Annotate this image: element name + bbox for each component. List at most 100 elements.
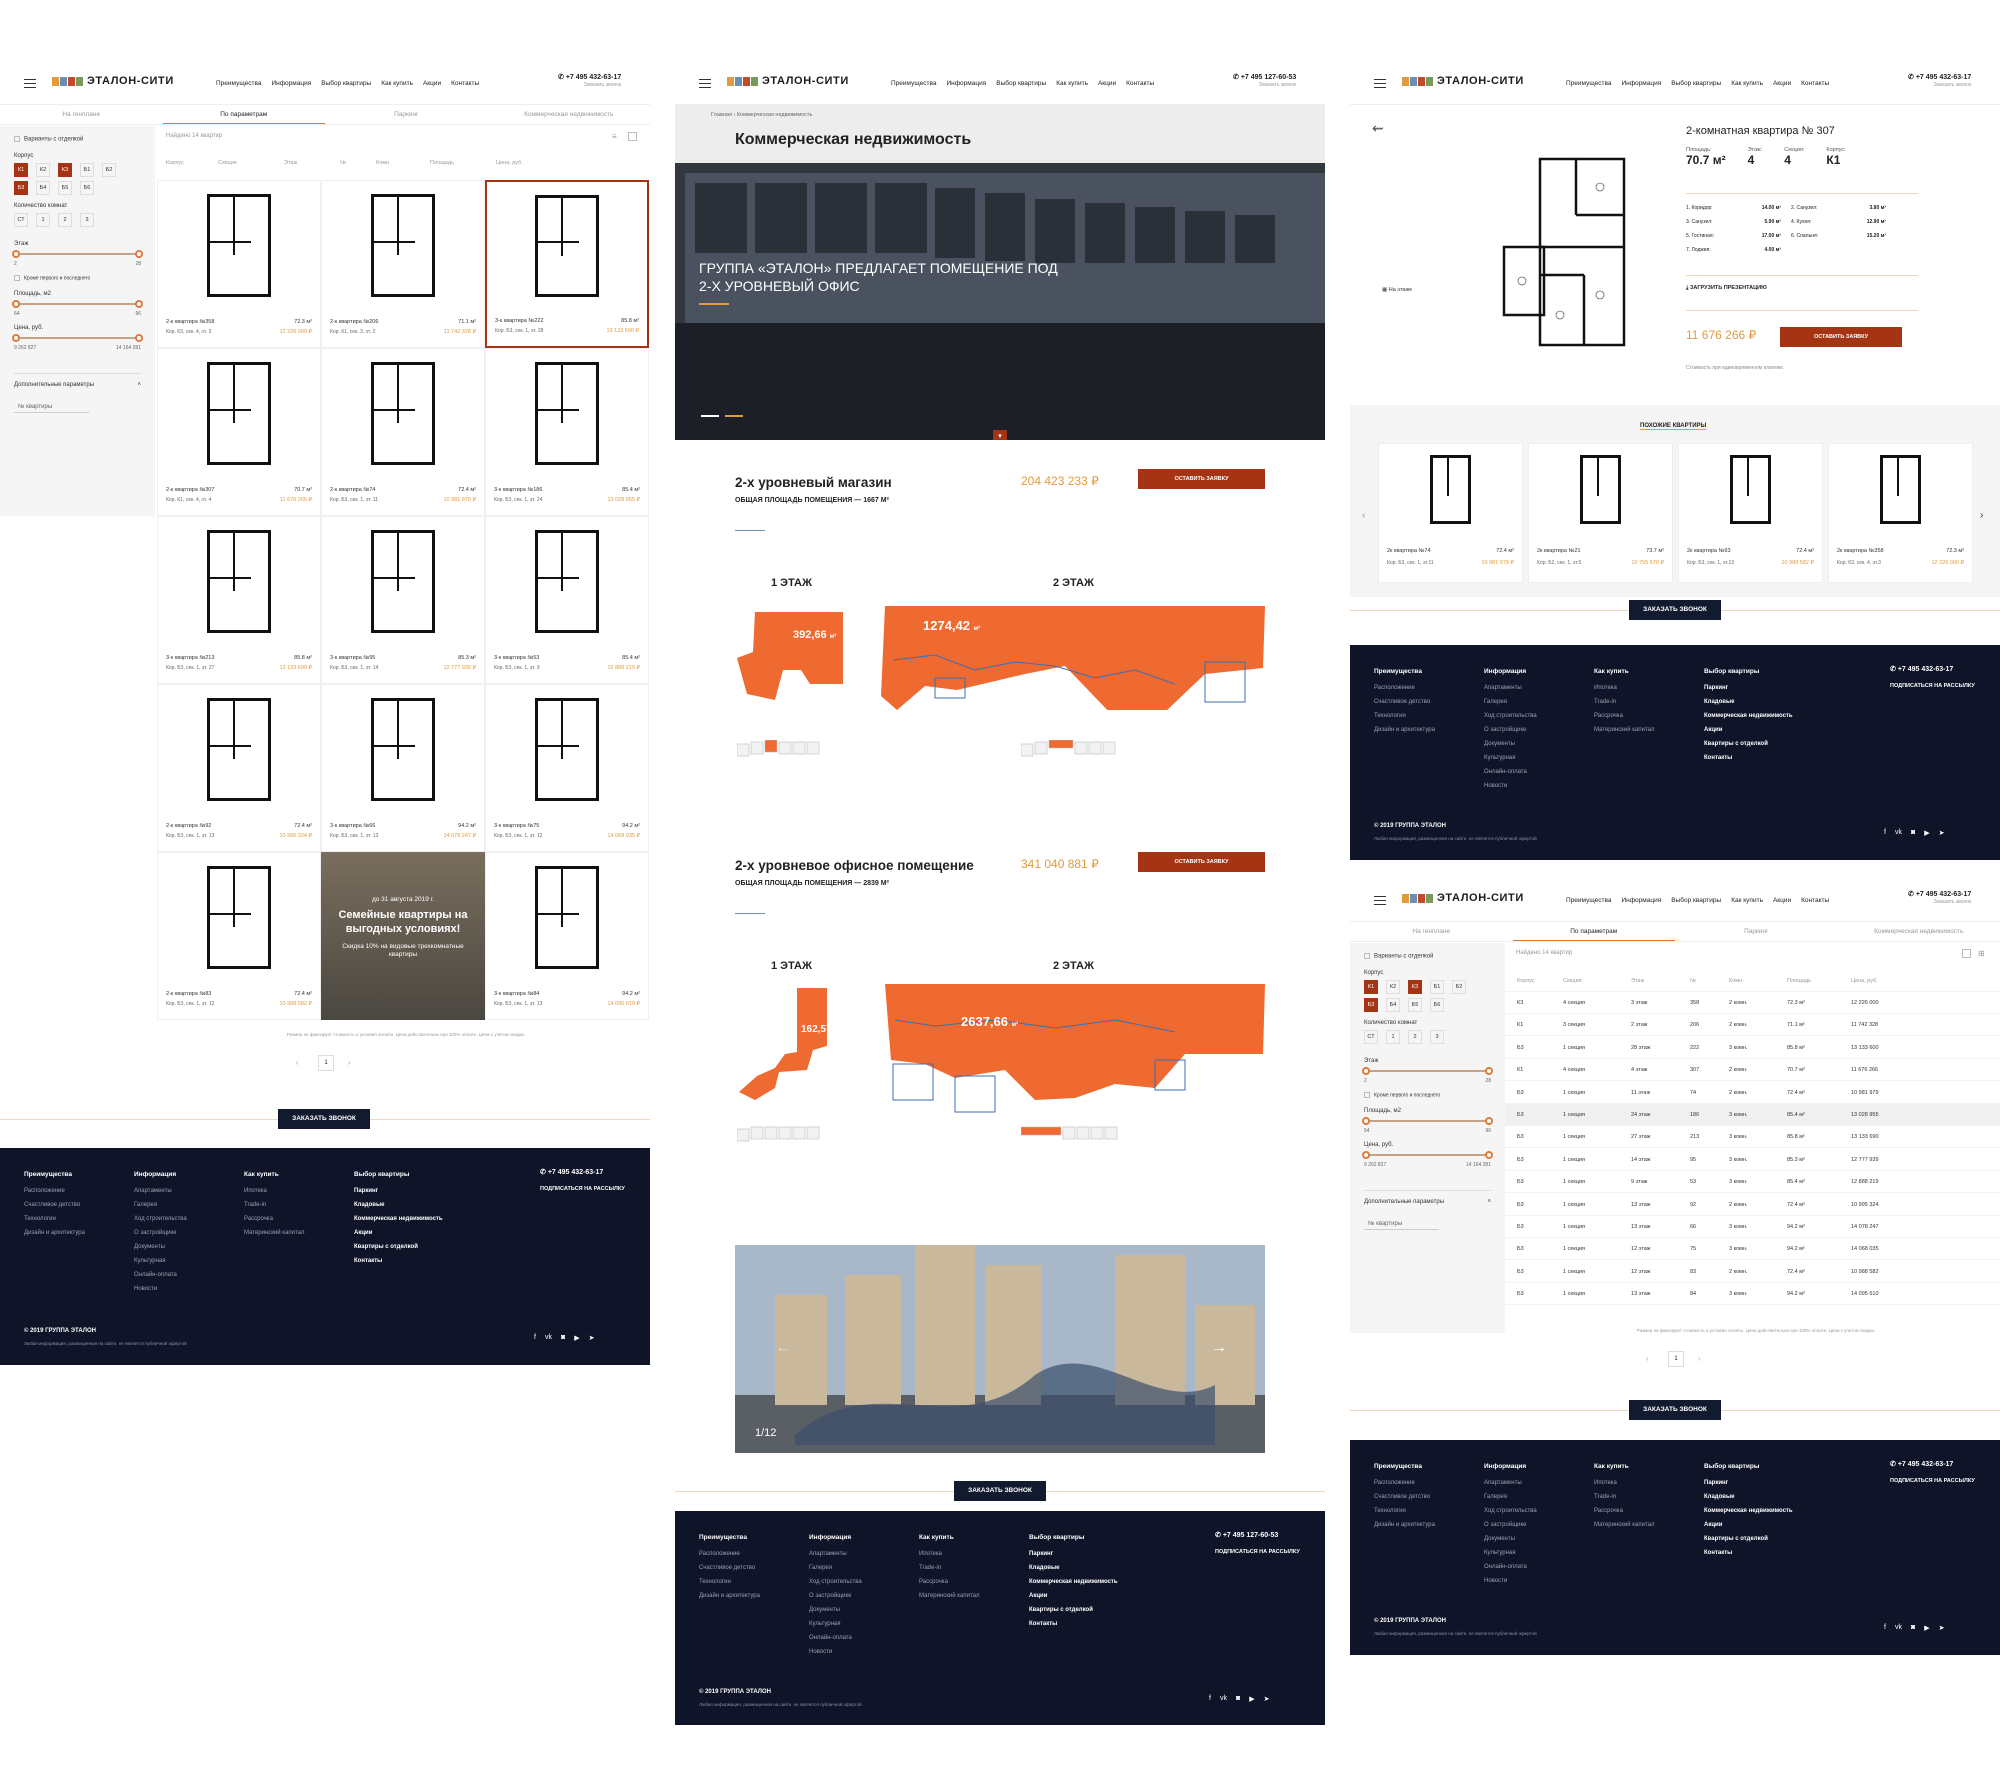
footer-link[interactable]: Акции <box>1029 1589 1118 1603</box>
object-2-request-button[interactable]: ОСТАВИТЬ ЗАЯВКУ <box>1138 852 1265 872</box>
extra-params-toggle[interactable]: Дополнительные параметры ˄ <box>1364 1189 1491 1205</box>
list-view-icon[interactable] <box>1962 949 1971 958</box>
grid-view-icon[interactable] <box>628 132 637 141</box>
korpus-b2[interactable]: Б2 <box>1452 979 1466 994</box>
prev-page-icon[interactable]: ‹ <box>296 1060 298 1067</box>
footer-link[interactable]: Кладовые <box>354 1198 443 1212</box>
table-row[interactable]: Б3 1 секция 14 этаж 95 3 комн. 85.3 м² 12 777 … <box>1505 1149 2000 1171</box>
tab-params[interactable]: По параметрам <box>162 105 325 124</box>
footer-link[interactable]: О застройщике <box>1484 723 1537 737</box>
similar-card[interactable]: 2к квартира №358 72.3 м² Кор. К3, сек. 4… <box>1828 443 1973 583</box>
nav-item[interactable]: Преимущества <box>891 80 936 87</box>
apartment-card[interactable]: 2-к квартира №206 Кор. К1, сек. 3, эт. 2… <box>321 180 485 348</box>
footer-link[interactable]: Рассрочка <box>1594 1504 1655 1518</box>
apartment-card[interactable]: 2-к квартира №358 Кор. К3, сек. 4, эт. 3… <box>157 180 321 348</box>
footer-link[interactable]: Онлайн-оплата <box>134 1268 187 1282</box>
footer-phone[interactable]: ✆ +7 495 432-63-17 <box>1890 1460 1953 1468</box>
facebook-icon[interactable]: f <box>1884 829 1886 837</box>
apartment-floor-plan[interactable] <box>1500 155 1630 350</box>
table-row[interactable]: К3 4 секция 3 этаж 358 2 комн. 72.3 м² 12 226 … <box>1505 992 2000 1014</box>
finish-checkbox[interactable] <box>14 136 20 142</box>
phone-number[interactable]: +7 495 432-63-17 <box>1916 891 1971 898</box>
footer-link[interactable]: Документы <box>809 1603 862 1617</box>
footer-link[interactable]: Документы <box>1484 737 1537 751</box>
slide-dot-1[interactable] <box>701 415 719 417</box>
footer-link[interactable]: Онлайн-оплата <box>1484 1560 1537 1574</box>
footer-link[interactable]: Trade-in <box>1594 695 1655 709</box>
korpus-b2[interactable]: Б2 <box>102 162 116 177</box>
rooms-2[interactable]: 2 <box>1408 1029 1422 1044</box>
footer-link[interactable]: Акции <box>1704 723 1793 737</box>
floor-plan-object-1[interactable]: 392,66 м² 1274,42 м² <box>735 600 1275 710</box>
floor-selector-1[interactable] <box>736 1125 847 1143</box>
table-row[interactable]: К1 4 секция 4 этаж 307 2 комн. 70.7 м² 11 676 … <box>1505 1059 2000 1082</box>
download-presentation-link[interactable]: ⤓ ЗАГРУЗИТЬ ПРЕЗЕНТАЦИЮ <box>1686 285 1767 292</box>
rooms-2[interactable]: 2 <box>58 212 72 227</box>
footer-link[interactable]: Паркинг <box>1704 1476 1793 1490</box>
footer-link[interactable]: Контакты <box>1029 1617 1118 1631</box>
nav-item[interactable]: Акции <box>1773 80 1791 87</box>
footer-link[interactable]: Культурная <box>809 1617 862 1631</box>
telegram-icon[interactable]: ➤ <box>1264 1695 1270 1703</box>
footer-link[interactable]: Расположение <box>699 1547 760 1561</box>
apartment-card[interactable]: 3-к квартира №75 Кор. Б3, сек. 1, эт. 12… <box>485 684 649 852</box>
footer-link[interactable]: Апартаменты <box>134 1184 187 1198</box>
gallery-next-icon[interactable]: → <box>1211 1339 1227 1357</box>
phone-number[interactable]: +7 495 127-60-53 <box>1241 74 1296 81</box>
youtube-icon[interactable]: ▶ <box>1249 1695 1254 1703</box>
apartment-card[interactable]: 3-к квартира №53 Кор. Б3, сек. 1, эт. 9 … <box>485 516 649 684</box>
apartment-card[interactable]: 3-к квартира №213 Кор. Б3, сек. 1, эт. 2… <box>157 516 321 684</box>
phone-number[interactable]: +7 495 432-63-17 <box>566 74 621 81</box>
korpus-b6[interactable]: Б6 <box>1430 997 1444 1012</box>
column-header[interactable]: Цена, руб. <box>1851 978 1878 984</box>
apartment-card[interactable]: 3-к квартира №95 Кор. Б3, сек. 1, эт. 14… <box>321 516 485 684</box>
footer-link[interactable]: Апартаменты <box>1484 681 1537 695</box>
footer-link[interactable]: Культурная <box>134 1254 187 1268</box>
footer-phone[interactable]: ✆ +7 495 127-60-53 <box>1215 1531 1278 1539</box>
footer-link[interactable]: Trade-in <box>1594 1490 1655 1504</box>
nav-item[interactable]: Акции <box>1098 80 1116 87</box>
footer-link[interactable]: Ход строительства <box>809 1575 862 1589</box>
callback-button[interactable]: ЗАКАЗАТЬ ЗВОНОК <box>1629 1400 1721 1420</box>
footer-link[interactable]: Ход строительства <box>134 1212 187 1226</box>
floor-slider[interactable] <box>1362 1066 1493 1075</box>
footer-link[interactable]: Коммерческая недвижимость <box>1029 1575 1118 1589</box>
nav-item[interactable]: Как купить <box>381 80 413 87</box>
sort-number[interactable]: № <box>340 160 376 166</box>
sort-price[interactable]: Цена, руб. <box>496 160 523 166</box>
footer-link[interactable]: Новости <box>809 1645 862 1659</box>
tab-params[interactable]: По параметрам <box>1512 922 1675 941</box>
footer-link[interactable]: Дизайн и архитектура <box>1374 1518 1435 1532</box>
footer-link[interactable]: Новости <box>1484 779 1537 793</box>
footer-link[interactable]: Кладовые <box>1029 1561 1118 1575</box>
price-slider[interactable] <box>1362 1150 1493 1159</box>
next-page-icon[interactable]: › <box>348 1060 350 1067</box>
phone[interactable]: ✆ +7 495 127-60-53 Заказать звонок <box>1233 74 1296 88</box>
footer-link[interactable]: Контакты <box>1704 1546 1793 1560</box>
footer-phone[interactable]: ✆ +7 495 432-63-17 <box>1890 665 1953 673</box>
footer-link[interactable]: Ход строительства <box>1484 1504 1537 1518</box>
footer-link[interactable]: Контакты <box>1704 751 1793 765</box>
similar-card[interactable]: 2к квартира №21 73.7 м² Кор. Б2, сек. 1,… <box>1528 443 1673 583</box>
footer-link[interactable]: Ипотека <box>244 1184 305 1198</box>
footer-link[interactable]: Технологии <box>24 1212 85 1226</box>
footer-link[interactable]: Культурная <box>1484 1546 1537 1560</box>
page-1[interactable]: 1 <box>318 1055 334 1071</box>
phone-number[interactable]: +7 495 432-63-17 <box>1916 74 1971 81</box>
footer-link[interactable]: Рассрочка <box>919 1575 980 1589</box>
floor-slider[interactable] <box>12 249 143 258</box>
footer-link[interactable]: Галерея <box>1484 695 1537 709</box>
column-header[interactable]: № <box>1690 978 1696 984</box>
sort-section[interactable]: Секция <box>218 160 284 166</box>
logo[interactable]: ЭТАЛОН-СИТИ <box>1402 892 1524 904</box>
extra-params-toggle[interactable]: Дополнительные параметры ˄ <box>14 372 141 388</box>
nav-item[interactable]: Преимущества <box>1566 80 1611 87</box>
promo-banner[interactable]: до 31 августа 2019 г. Семейные квартиры … <box>321 852 485 1020</box>
footer-link[interactable]: Кладовые <box>1704 1490 1793 1504</box>
footer-link[interactable]: Коммерческая недвижимость <box>1704 709 1793 723</box>
apartment-card[interactable]: 3-к квартира №66 Кор. Б3, сек. 1, эт. 13… <box>321 684 485 852</box>
footer-link[interactable]: Документы <box>1484 1532 1537 1546</box>
nav-item[interactable]: Выбор квартиры <box>1671 80 1721 87</box>
telegram-icon[interactable]: ➤ <box>1939 829 1945 837</box>
similar-card[interactable]: 2к квартира №93 72.4 м² Кор. Б3, сек. 1,… <box>1678 443 1823 583</box>
